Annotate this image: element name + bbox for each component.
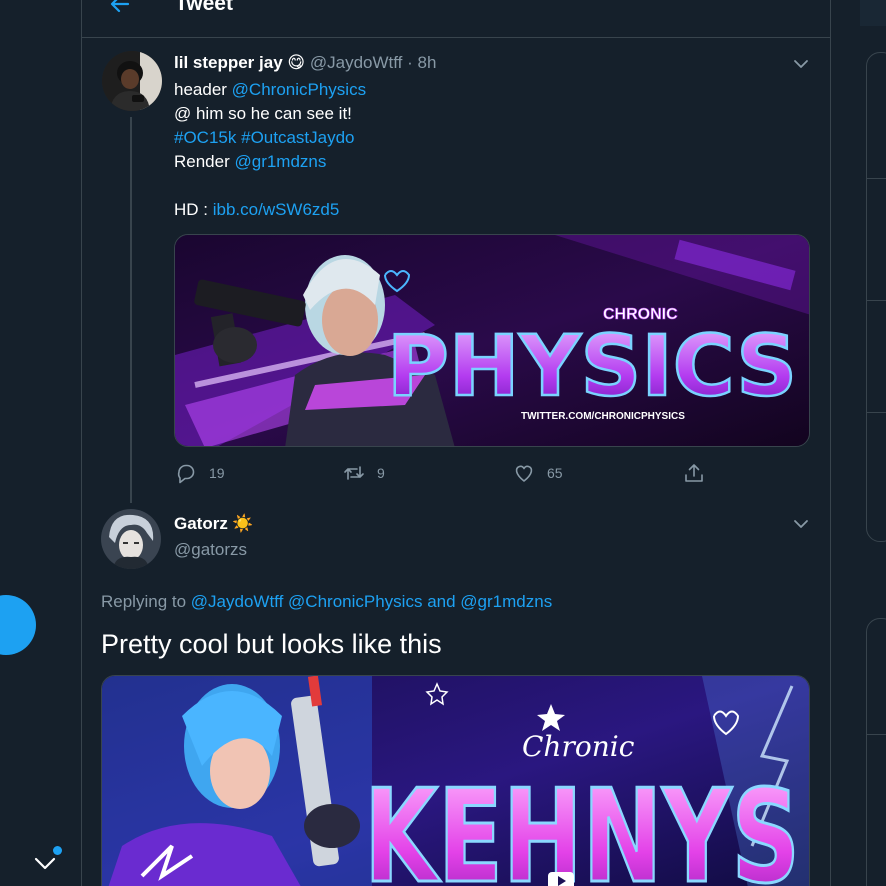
hashtag-link[interactable]: #OutcastJaydo [241,128,354,147]
heart-icon [515,465,533,482]
avatar-image [101,509,161,569]
reply-author-name-line: Gatorz ☀️ [174,514,253,534]
back-arrow-icon[interactable] [108,0,132,16]
media-artwork: CHRONIC PHYSICS TWITTER.COM/CHRONICPHYSI… [175,235,809,446]
mention-link[interactable]: @ChronicPhysics [288,592,422,611]
replying-to-line: Replying to @JaydoWtff @ChronicPhysics a… [101,592,552,612]
tweet-author-line: lil stepper jay 😋 @JaydoWtff · 8h [174,53,436,73]
right-sidebar-divider [866,734,886,735]
replying-to-label: Replying to [101,592,191,611]
reply-count: 19 [209,465,225,481]
url-link[interactable]: ibb.co/wSW6zd5 [213,200,340,219]
share-icon [685,464,703,482]
reply-action[interactable]: 19 [175,460,225,486]
author-display-name[interactable]: lil stepper jay [174,53,283,72]
retweet-action[interactable]: 9 [343,460,385,486]
media-big-title: KEHNYS [364,763,800,886]
media-small-title: Chronic [522,730,635,763]
reply-tweet-text: Pretty cool but looks like this [101,629,442,659]
page-title: Tweet [175,0,233,15]
hashtag-link[interactable]: #OC15k [174,128,236,147]
author-emoji: ☀️ [232,514,254,533]
time-separator: · [407,53,413,72]
like-count: 65 [547,465,563,481]
notification-dot [53,846,62,855]
like-action[interactable]: 65 [513,460,563,486]
chevron-down-icon[interactable] [792,515,810,533]
tweet-text: header [174,80,232,99]
author-handle[interactable]: @gatorzs [174,540,247,560]
mention-link[interactable]: @ChronicPhysics [232,80,366,99]
avatar[interactable] [102,51,162,111]
reply-icon [177,464,195,484]
replying-and-text: and [427,592,456,611]
media-big-title: PHYSICS [387,317,797,415]
tweet-text: Render [174,152,235,171]
thread-connector-line [130,117,132,503]
avatar-image [102,51,162,111]
right-sidebar-divider [866,300,886,301]
right-sidebar-divider [866,412,886,413]
media-artwork: Chronic KEHNYS [102,676,809,886]
author-handle[interactable]: @JaydoWtff [310,53,403,72]
tweet-text: HD : [174,200,213,219]
media-url-text: TWITTER.COM/CHRONICPHYSICS [521,411,685,422]
left-navigation-rail [0,0,81,886]
mention-link[interactable]: @gr1mdzns [234,152,326,171]
right-search-area [860,0,886,26]
retweet-count: 9 [377,465,385,481]
reply-media-image[interactable]: Chronic KEHNYS [101,675,810,886]
page-header: Tweet [82,0,830,38]
chevron-down-icon[interactable] [792,55,810,73]
tweet-timestamp[interactable]: 8h [418,53,437,72]
tweet-text: @ him so he can see it! [174,104,352,123]
retweet-icon [344,466,364,480]
mention-link[interactable]: @JaydoWtff [191,592,284,611]
right-sidebar-divider [866,178,886,179]
author-emoji: 😋 [287,53,306,72]
author-display-name[interactable]: Gatorz [174,514,228,533]
right-sidebar-card [866,52,886,542]
right-sidebar-card [866,618,886,886]
tweet-media-image[interactable]: CHRONIC PHYSICS TWITTER.COM/CHRONICPHYSI… [174,234,810,447]
tweet-body: header @ChronicPhysics @ him so he can s… [174,78,794,222]
share-action[interactable] [683,460,717,486]
avatar[interactable] [101,509,161,569]
mention-link[interactable]: @gr1mdzns [460,592,552,611]
